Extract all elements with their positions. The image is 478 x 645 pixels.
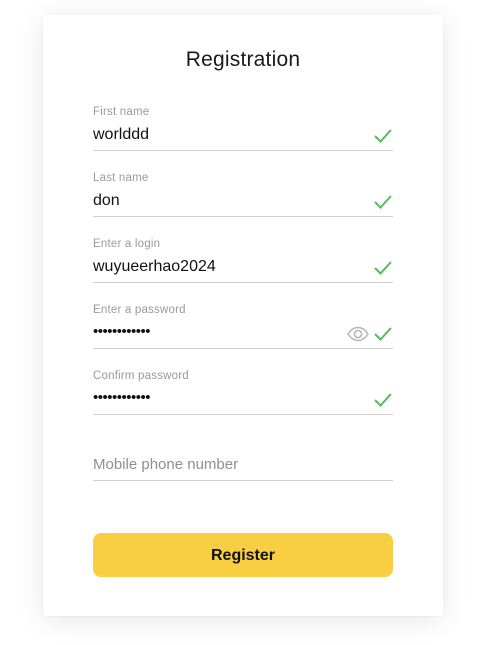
confirm-password-label: Confirm password: [93, 370, 189, 382]
check-icon: [374, 195, 392, 209]
check-icon: [374, 261, 392, 275]
login-input[interactable]: wuyueerhao2024: [93, 258, 216, 276]
confirm-password-field[interactable]: Confirm password ••••••••••••: [93, 370, 393, 436]
last-name-underline: [93, 216, 393, 217]
last-name-label: Last name: [93, 172, 149, 184]
login-label: Enter a login: [93, 238, 161, 250]
first-name-field[interactable]: First name worlddd: [93, 106, 393, 172]
login-field[interactable]: Enter a login wuyueerhao2024: [93, 238, 393, 304]
last-name-input[interactable]: don: [93, 192, 120, 210]
confirm-password-underline: [93, 414, 393, 415]
last-name-field[interactable]: Last name don: [93, 172, 393, 238]
registration-card: Registration First name worlddd Last nam…: [43, 15, 443, 616]
confirm-password-input[interactable]: ••••••••••••: [93, 389, 151, 406]
phone-field[interactable]: Mobile phone number: [93, 436, 393, 502]
phone-input[interactable]: Mobile phone number: [93, 456, 238, 473]
password-field[interactable]: Enter a password ••••••••••••: [93, 304, 393, 370]
password-label: Enter a password: [93, 304, 186, 316]
check-icon: [374, 129, 392, 143]
login-underline: [93, 282, 393, 283]
check-icon: [374, 327, 392, 341]
first-name-label: First name: [93, 106, 150, 118]
form-title: Registration: [185, 48, 301, 71]
password-input[interactable]: ••••••••••••: [93, 323, 151, 340]
eye-icon[interactable]: [347, 326, 369, 342]
first-name-underline: [93, 150, 393, 151]
password-underline: [93, 348, 393, 349]
register-button[interactable]: Register: [93, 533, 393, 577]
first-name-input[interactable]: worlddd: [93, 126, 149, 144]
check-icon: [374, 393, 392, 407]
phone-underline: [93, 480, 393, 481]
